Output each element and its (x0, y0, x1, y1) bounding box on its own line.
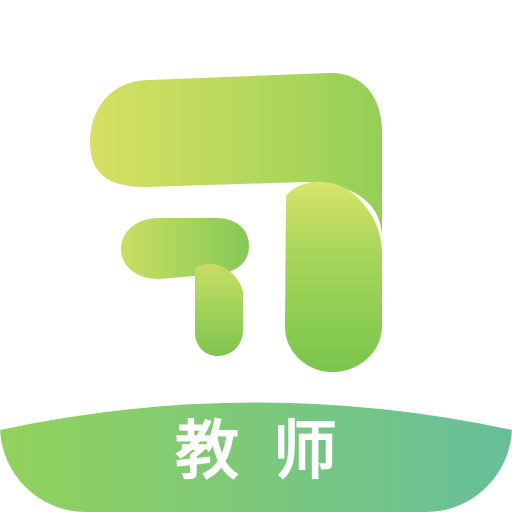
logo-right-stem (285, 181, 382, 372)
app-label: 教师 (175, 415, 371, 489)
app-icon[interactable]: 教师 (0, 0, 512, 512)
logo-small-stem (195, 264, 243, 356)
logo-small-bar (121, 218, 249, 279)
